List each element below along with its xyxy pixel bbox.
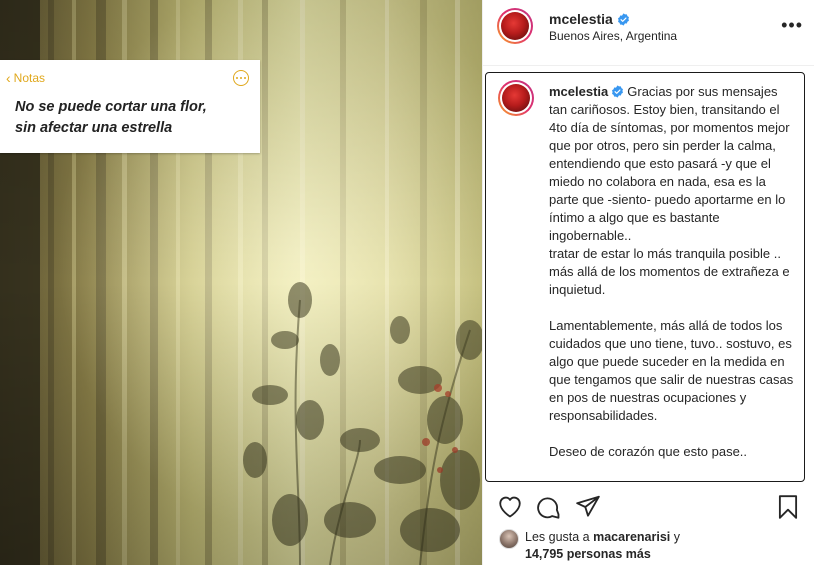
caption-text: mcelestia Gracias por sus mensajes tan ca… (549, 83, 797, 461)
heart-icon[interactable] (497, 494, 523, 520)
username-link[interactable]: mcelestia (549, 11, 613, 27)
more-circle-icon (233, 70, 249, 86)
likes-connector: y (670, 530, 680, 544)
likes-suffix[interactable]: personas más (563, 547, 651, 561)
post-photo[interactable]: ‹ Notas No se puede cortar una flor, sin… (0, 0, 482, 565)
bookmark-icon[interactable] (775, 494, 801, 520)
note-text-line: sin afectar una estrella (15, 120, 173, 136)
likes-count-link[interactable]: 14,795 personas más (525, 546, 651, 562)
notes-overlay: ‹ Notas No se puede cortar una flor, sin… (0, 60, 260, 153)
likes-prefix: Les gusta a (525, 530, 594, 544)
caption-avatar[interactable] (498, 80, 534, 116)
avatar[interactable] (497, 8, 533, 44)
note-text-line: No se puede cortar una flor, (15, 99, 207, 115)
chevron-left-icon: ‹ (6, 70, 11, 86)
liker-avatar[interactable] (499, 529, 519, 549)
post-sidebar: mcelestia Buenos Aires, Argentina ••• mc… (482, 0, 814, 565)
note-text: No se puede cortar una flor, sin afectar… (15, 97, 252, 139)
action-bar (483, 488, 814, 528)
post-header: mcelestia Buenos Aires, Argentina ••• (483, 0, 814, 66)
comment-icon[interactable] (536, 494, 562, 520)
caption-body: Gracias por sus mensajes tan cariñosos. … (549, 84, 794, 459)
verified-badge-icon (612, 85, 624, 98)
more-horizontal-icon[interactable]: ••• (781, 16, 803, 34)
notes-back-button: ‹ Notas (6, 71, 45, 85)
likes-count[interactable]: 14,795 (525, 547, 563, 561)
likes-line: Les gusta a macarenarisi y (525, 529, 680, 545)
liker-username-link[interactable]: macarenarisi (593, 530, 670, 544)
send-icon[interactable] (575, 494, 601, 520)
verified-badge-icon (617, 12, 629, 26)
caption-username-link[interactable]: mcelestia (549, 84, 608, 99)
notes-back-label: Notas (13, 71, 46, 85)
instagram-post: ‹ Notas No se puede cortar una flor, sin… (0, 0, 814, 565)
caption-panel[interactable]: mcelestia Gracias por sus mensajes tan ca… (485, 72, 805, 482)
location-link[interactable]: Buenos Aires, Argentina (549, 29, 677, 43)
